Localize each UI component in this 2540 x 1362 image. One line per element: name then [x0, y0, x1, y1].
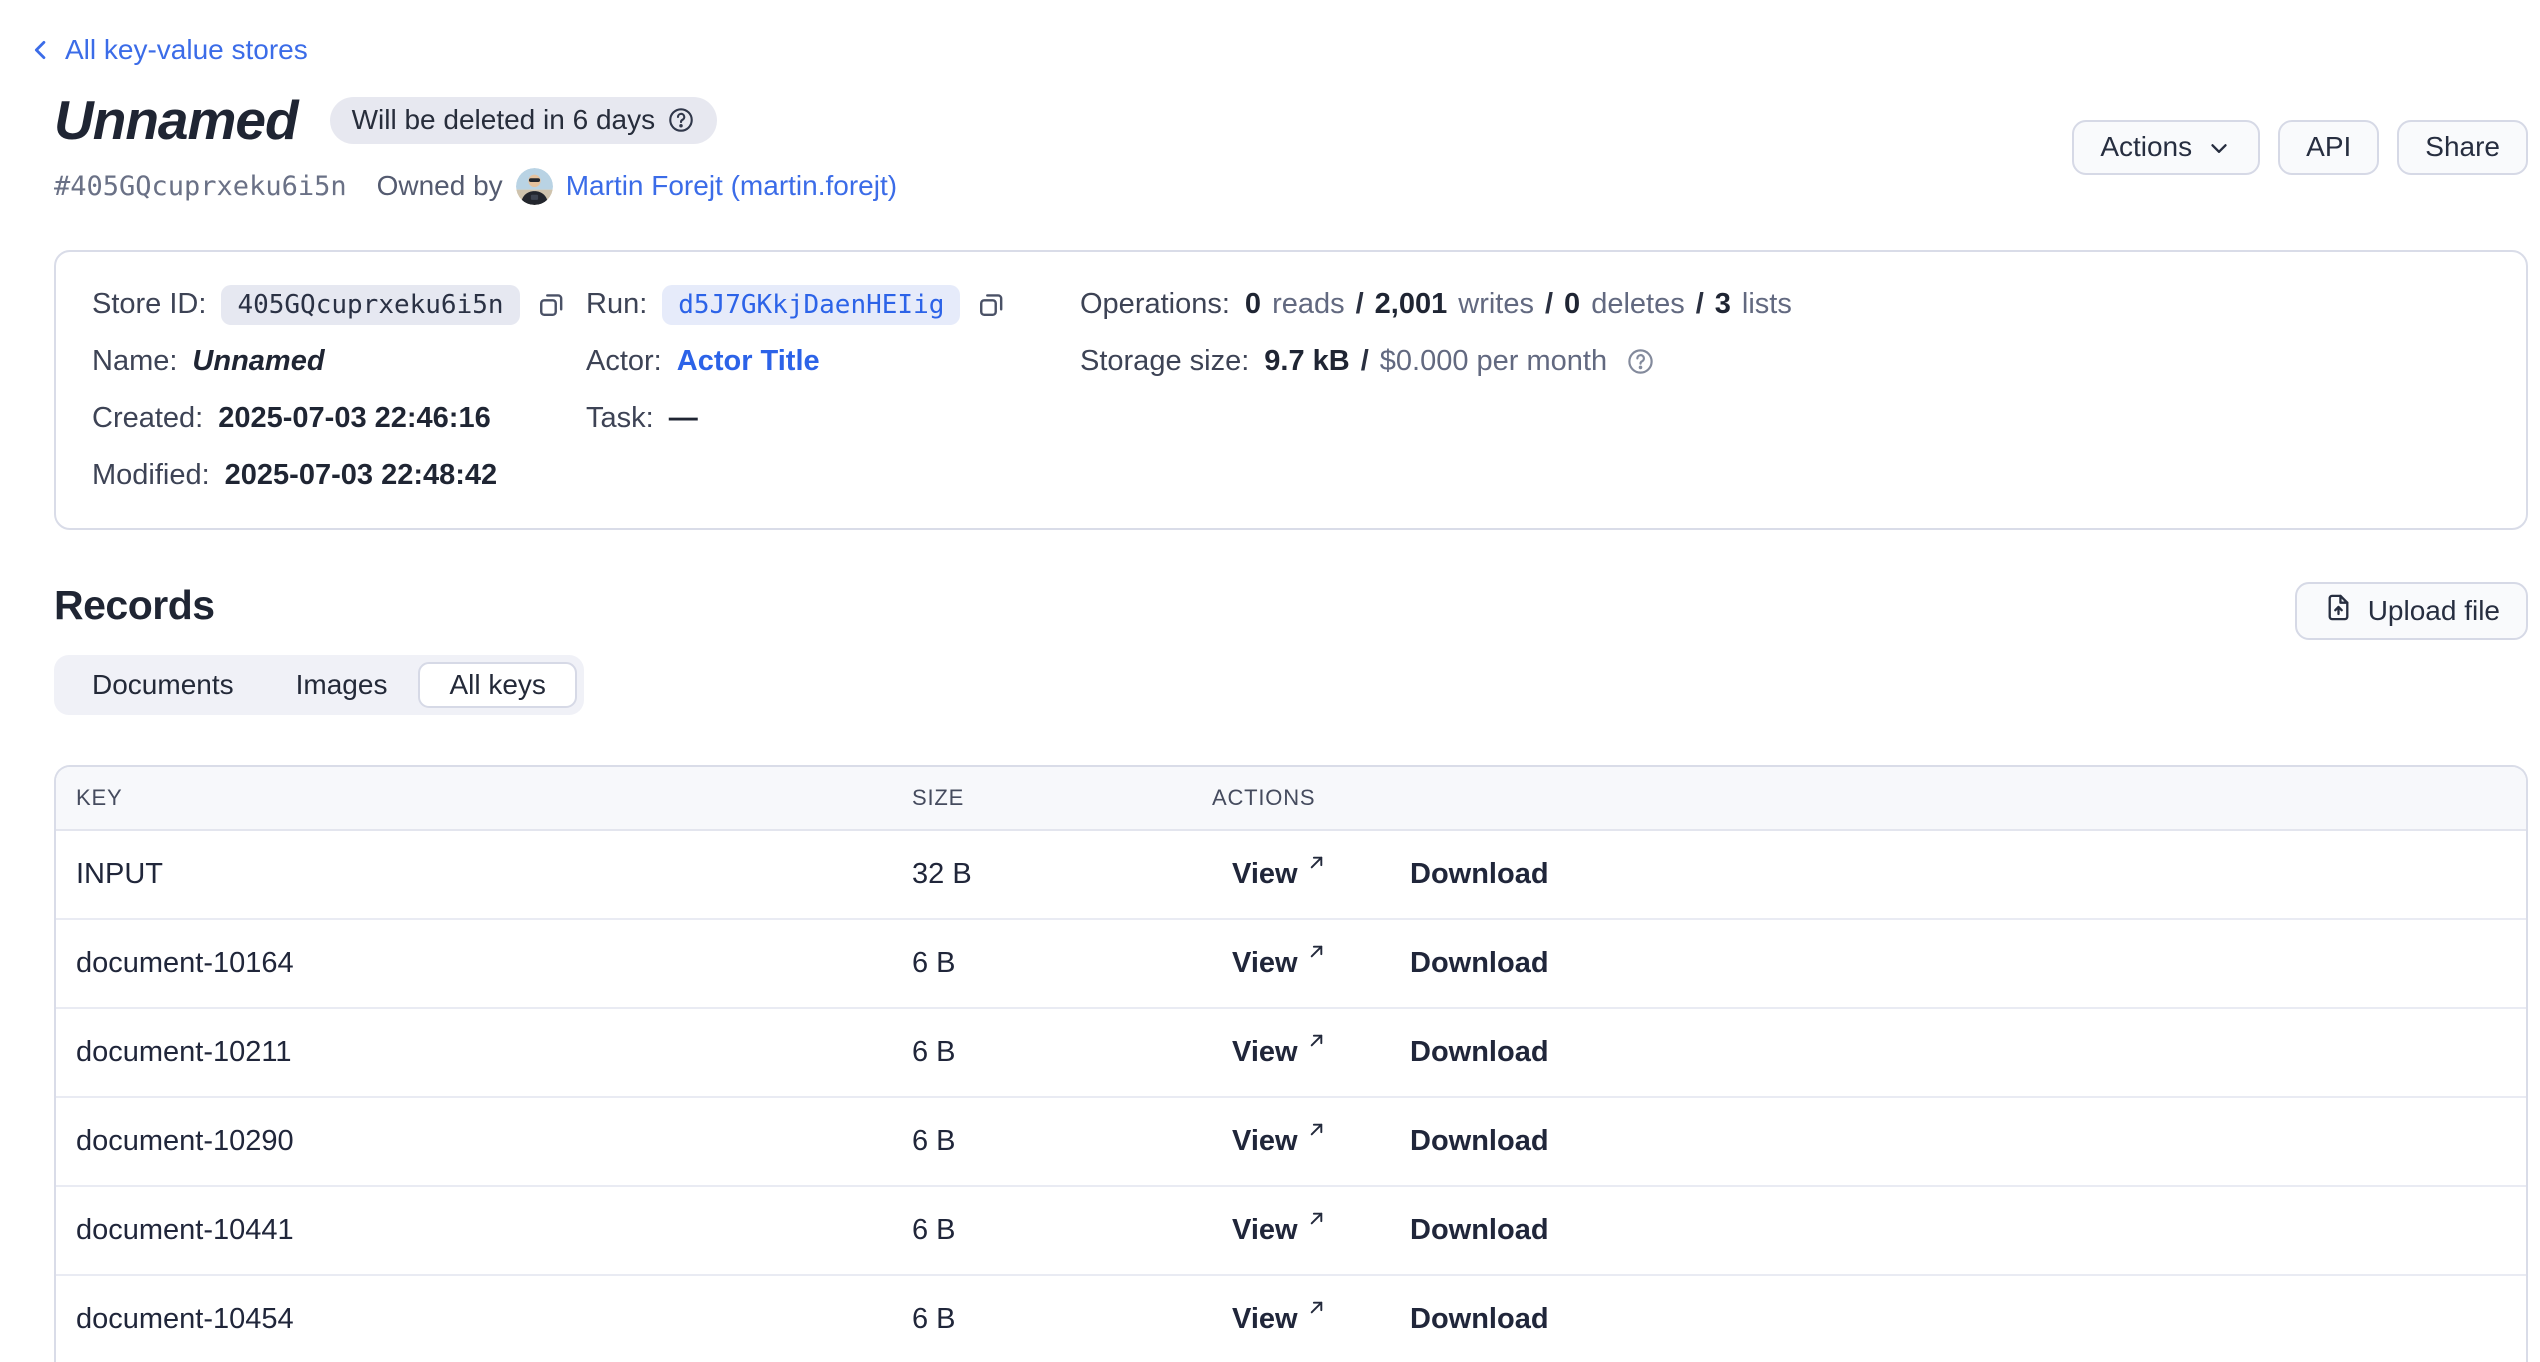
store-id-value: 405GQcuprxeku6i5n — [221, 285, 519, 325]
modified-value: 2025-07-03 22:48:42 — [225, 459, 497, 492]
share-button-label: Share — [2425, 131, 2500, 163]
deletion-badge: Will be deleted in 6 days — [330, 97, 718, 144]
tab-images[interactable]: Images — [265, 662, 419, 708]
page-header: Unnamed Will be deleted in 6 days #405GQ… — [54, 88, 2528, 206]
records-section-header: Records Documents Images All keys Upload… — [54, 582, 2528, 715]
owner-line: Owned by Martin Forejt (martin.forejt) — [377, 168, 897, 205]
created-value: 2025-07-03 22:46:16 — [218, 402, 490, 435]
external-link-icon — [1306, 1119, 1327, 1140]
record-key: document-10290 — [56, 1125, 912, 1158]
external-link-icon — [1306, 1297, 1327, 1318]
header-buttons: Actions API Share — [2072, 120, 2528, 175]
breadcrumb-label[interactable]: All key-value stores — [65, 34, 308, 66]
records-heading: Records — [54, 582, 584, 629]
column-header-actions: ACTIONS — [1212, 785, 2526, 811]
column-header-key: KEY — [56, 785, 912, 811]
store-hash: #405GQcuprxeku6i5n — [54, 171, 347, 202]
view-link[interactable]: View — [1232, 1214, 1410, 1247]
download-link[interactable]: Download — [1410, 947, 1549, 980]
header-left: Unnamed Will be deleted in 6 days #405GQ… — [54, 88, 897, 206]
storage-size-value: 9.7 kB / $0.000 per month — [1264, 345, 1607, 378]
actions-button[interactable]: Actions — [2072, 120, 2260, 175]
download-link[interactable]: Download — [1410, 1303, 1549, 1336]
external-link-icon — [1306, 852, 1327, 873]
actions-button-label: Actions — [2100, 131, 2192, 163]
record-key: document-10164 — [56, 947, 912, 980]
page-title: Unnamed — [54, 88, 298, 152]
table-row: document-10441 6 B View Download — [56, 1187, 2526, 1276]
breadcrumb[interactable]: All key-value stores — [27, 34, 308, 66]
record-size: 6 B — [912, 1036, 1212, 1069]
api-button[interactable]: API — [2278, 120, 2379, 175]
help-circle-icon[interactable] — [1626, 347, 1655, 376]
table-row: document-10290 6 B View Download — [56, 1098, 2526, 1187]
task-label: Task: — [586, 402, 654, 435]
chevron-down-icon — [2206, 135, 2232, 161]
external-link-icon — [1306, 941, 1327, 962]
external-link-icon — [1306, 1030, 1327, 1051]
store-info-card: Store ID: 405GQcuprxeku6i5n Name: Unname… — [54, 250, 2528, 530]
info-card-column-3: Operations: 0 reads / 2,001 writes / 0 d… — [1080, 276, 2526, 504]
records-table: KEY SIZE ACTIONS INPUT 32 B View Downloa… — [54, 765, 2528, 1362]
modified-label: Modified: — [92, 459, 210, 492]
view-link[interactable]: View — [1232, 858, 1410, 891]
operations-label: Operations: — [1080, 288, 1230, 321]
chevron-left-icon — [27, 36, 55, 64]
store-id-label: Store ID: — [92, 288, 206, 321]
api-button-label: API — [2306, 131, 2351, 163]
created-label: Created: — [92, 402, 203, 435]
avatar — [516, 168, 553, 205]
table-row: document-10454 6 B View Download — [56, 1276, 2526, 1362]
owned-by-label: Owned by — [377, 170, 503, 202]
column-header-size: SIZE — [912, 785, 1212, 811]
operations-value: 0 reads / 2,001 writes / 0 deletes / 3 l… — [1245, 288, 1792, 321]
view-link[interactable]: View — [1232, 947, 1410, 980]
upload-file-button[interactable]: Upload file — [2295, 582, 2528, 640]
records-tabs: Documents Images All keys — [54, 655, 584, 715]
download-link[interactable]: Download — [1410, 1125, 1549, 1158]
task-value: — — [669, 402, 698, 435]
table-row: document-10211 6 B View Download — [56, 1009, 2526, 1098]
upload-file-label: Upload file — [2368, 595, 2500, 627]
record-size: 32 B — [912, 858, 1212, 891]
owner-link[interactable]: Martin Forejt (martin.forejt) — [566, 170, 897, 202]
run-id-link[interactable]: d5J7GKkjDaenHEIig — [662, 285, 960, 325]
table-row: document-10164 6 B View Download — [56, 920, 2526, 1009]
info-card-column-1: Store ID: 405GQcuprxeku6i5n Name: Unname… — [92, 276, 586, 504]
upload-file-icon — [2323, 592, 2354, 630]
info-card-column-2: Run: d5J7GKkjDaenHEIig Actor: Actor Titl… — [586, 276, 1080, 504]
storage-size-label: Storage size: — [1080, 345, 1249, 378]
download-link[interactable]: Download — [1410, 1036, 1549, 1069]
record-size: 6 B — [912, 1125, 1212, 1158]
external-link-icon — [1306, 1208, 1327, 1229]
download-link[interactable]: Download — [1410, 1214, 1549, 1247]
record-size: 6 B — [912, 1214, 1212, 1247]
record-key: document-10441 — [56, 1214, 912, 1247]
download-link[interactable]: Download — [1410, 858, 1549, 891]
record-size: 6 B — [912, 1303, 1212, 1336]
record-key: document-10211 — [56, 1036, 912, 1069]
view-link[interactable]: View — [1232, 1036, 1410, 1069]
tab-documents[interactable]: Documents — [61, 662, 265, 708]
view-link[interactable]: View — [1232, 1125, 1410, 1158]
actor-link[interactable]: Actor Title — [677, 345, 820, 378]
record-size: 6 B — [912, 947, 1212, 980]
table-row: INPUT 32 B View Download — [56, 831, 2526, 920]
name-value: Unnamed — [192, 345, 324, 378]
help-circle-icon[interactable] — [667, 106, 695, 134]
table-header: KEY SIZE ACTIONS — [56, 767, 2526, 831]
record-key: INPUT — [56, 858, 912, 891]
share-button[interactable]: Share — [2397, 120, 2528, 175]
run-label: Run: — [586, 288, 647, 321]
view-link[interactable]: View — [1232, 1303, 1410, 1336]
name-label: Name: — [92, 345, 177, 378]
record-key: document-10454 — [56, 1303, 912, 1336]
deletion-badge-label: Will be deleted in 6 days — [352, 104, 656, 136]
copy-icon[interactable] — [977, 290, 1006, 319]
actor-label: Actor: — [586, 345, 662, 378]
tab-all-keys[interactable]: All keys — [418, 662, 576, 708]
copy-icon[interactable] — [537, 290, 566, 319]
